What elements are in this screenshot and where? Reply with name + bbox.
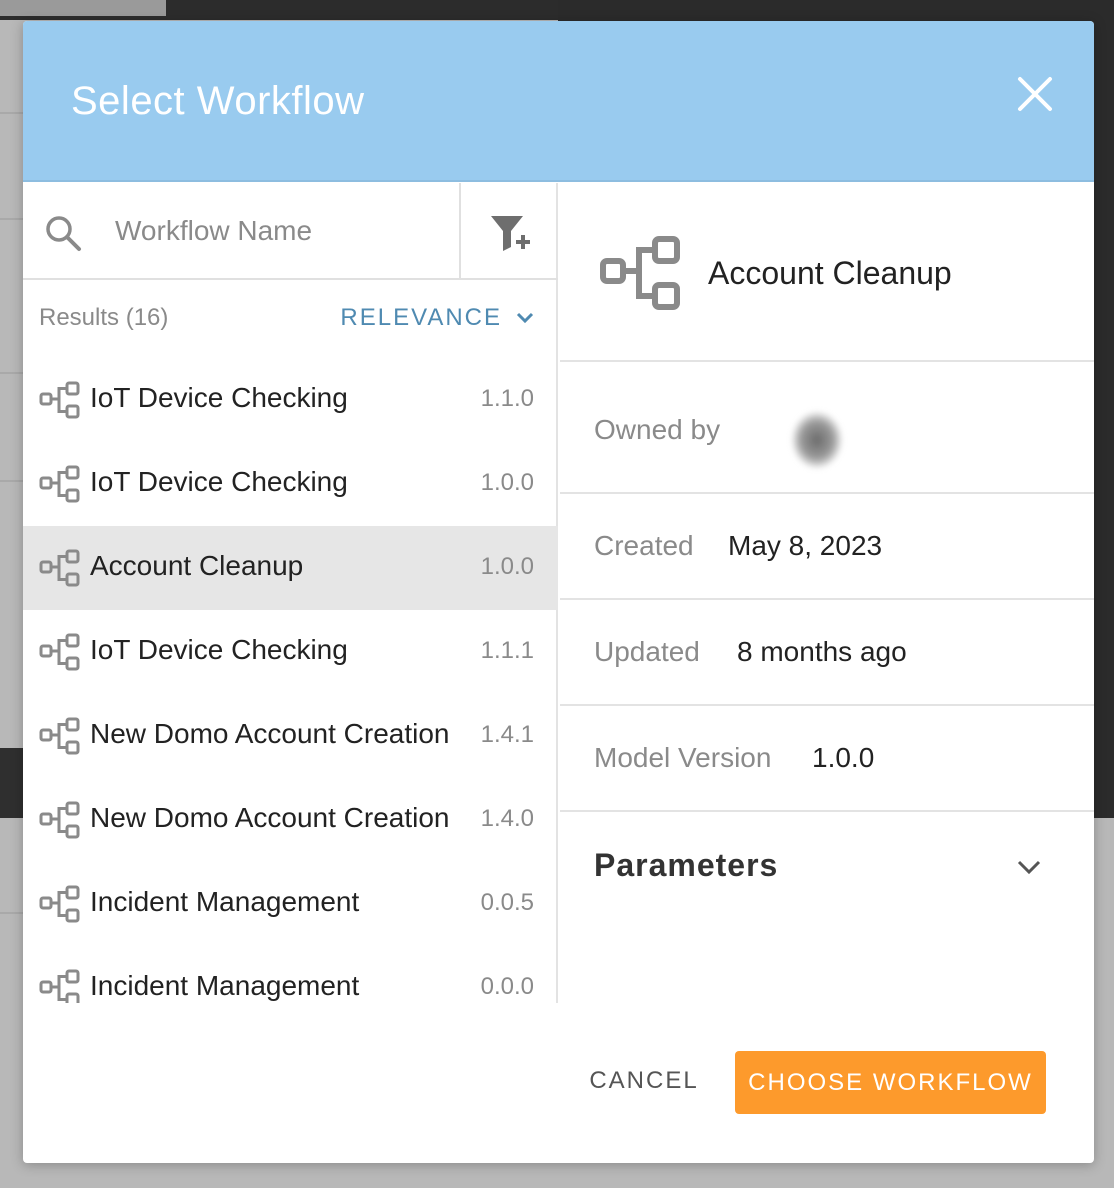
- cancel-button[interactable]: CANCEL: [583, 1067, 705, 1107]
- workflow-list-item[interactable]: Account Cleanup 1.0.0: [23, 526, 558, 610]
- workflow-version: 1.4.1: [480, 721, 534, 748]
- modal-header: Select Workflow: [23, 21, 1094, 182]
- workflow-icon: [39, 381, 80, 419]
- workflow-list-item[interactable]: Incident Management 0.0.5: [23, 862, 558, 946]
- choose-workflow-button[interactable]: CHOOSE WORKFLOW: [735, 1051, 1046, 1114]
- updated-row: Updated 8 months ago: [560, 600, 1094, 706]
- workflow-detail-pane: Account Cleanup Owned by Created May 8, …: [560, 183, 1094, 1003]
- updated-label: Updated: [594, 636, 700, 667]
- workflow-list-item[interactable]: New Domo Account Creation 1.4.0: [23, 778, 558, 862]
- model-version-row: Model Version 1.0.0: [560, 706, 1094, 812]
- workflow-list-item[interactable]: Incident Management 0.0.0: [23, 946, 558, 1003]
- workflow-version: 1.1.1: [480, 637, 534, 664]
- workflow-name: New Domo Account Creation: [90, 718, 450, 749]
- close-icon: [1018, 77, 1052, 111]
- model-version-label: Model Version: [594, 742, 772, 773]
- close-button[interactable]: [1014, 73, 1056, 115]
- detail-title: Account Cleanup: [708, 255, 952, 291]
- parameters-label: Parameters: [594, 847, 779, 883]
- workflow-icon: [39, 801, 80, 839]
- chevron-down-icon[interactable]: [1016, 859, 1042, 875]
- workflow-name: IoT Device Checking: [90, 382, 348, 413]
- filter-add-icon: [491, 216, 530, 251]
- workflow-icon: [39, 549, 80, 587]
- search-icon: [46, 216, 81, 251]
- workflow-name-search-input[interactable]: [115, 205, 445, 257]
- search-bar: [23, 183, 558, 280]
- owned-by-label: Owned by: [594, 414, 721, 445]
- created-label: Created: [594, 530, 694, 561]
- workflow-icon: [39, 717, 80, 755]
- filter-button[interactable]: [459, 183, 558, 280]
- workflow-list-item[interactable]: New Domo Account Creation 1.4.1: [23, 694, 558, 778]
- workflow-version: 0.0.0: [480, 973, 534, 1000]
- workflow-version: 1.0.0: [480, 469, 534, 496]
- modal-title: Select Workflow: [71, 79, 365, 123]
- model-version-value: 1.0.0: [812, 742, 875, 773]
- workflow-list-item[interactable]: IoT Device Checking 1.0.0: [23, 442, 558, 526]
- owner-avatar: [792, 412, 842, 468]
- workflow-list-item[interactable]: IoT Device Checking 1.1.0: [23, 358, 558, 442]
- workflow-list: IoT Device Checking 1.1.0 IoT Device Check…: [23, 358, 558, 1003]
- workflow-name: IoT Device Checking: [90, 634, 348, 665]
- workflow-icon: [39, 885, 80, 923]
- workflow-version: 1.0.0: [480, 553, 534, 580]
- chevron-down-icon: [516, 312, 534, 324]
- workflow-version: 1.4.0: [480, 805, 534, 832]
- workflow-version: 0.0.5: [480, 889, 534, 916]
- workflow-name: IoT Device Checking: [90, 466, 348, 497]
- select-workflow-modal: Select Workflow Result: [23, 21, 1094, 1163]
- detail-header: Account Cleanup: [560, 183, 1094, 362]
- workflow-list-item[interactable]: IoT Device Checking 1.1.1: [23, 610, 558, 694]
- sort-label: RELEVANCE: [340, 304, 502, 331]
- workflow-name: Incident Management: [90, 886, 360, 917]
- workflow-icon: [39, 633, 80, 671]
- workflow-name: New Domo Account Creation: [90, 802, 450, 833]
- workflow-name: Incident Management: [90, 970, 360, 1001]
- workflow-icon: [39, 969, 80, 1003]
- created-row: Created May 8, 2023: [560, 494, 1094, 600]
- workflow-icon: [39, 465, 80, 503]
- workflow-version: 1.1.0: [480, 385, 534, 412]
- owned-by-row: Owned by: [560, 364, 1094, 494]
- results-count: Results (16): [39, 304, 169, 331]
- workflow-name: Account Cleanup: [90, 550, 304, 581]
- results-bar: Results (16) RELEVANCE: [23, 280, 558, 358]
- background-tab: [0, 0, 166, 16]
- workflow-list-pane: Results (16) RELEVANCE IoT Device Checki…: [23, 183, 558, 1003]
- updated-value: 8 months ago: [737, 636, 907, 667]
- sort-relevance-dropdown[interactable]: RELEVANCE: [340, 304, 534, 332]
- workflow-icon: [600, 236, 680, 310]
- created-value: May 8, 2023: [728, 530, 883, 561]
- parameters-section[interactable]: Parameters: [560, 813, 1094, 923]
